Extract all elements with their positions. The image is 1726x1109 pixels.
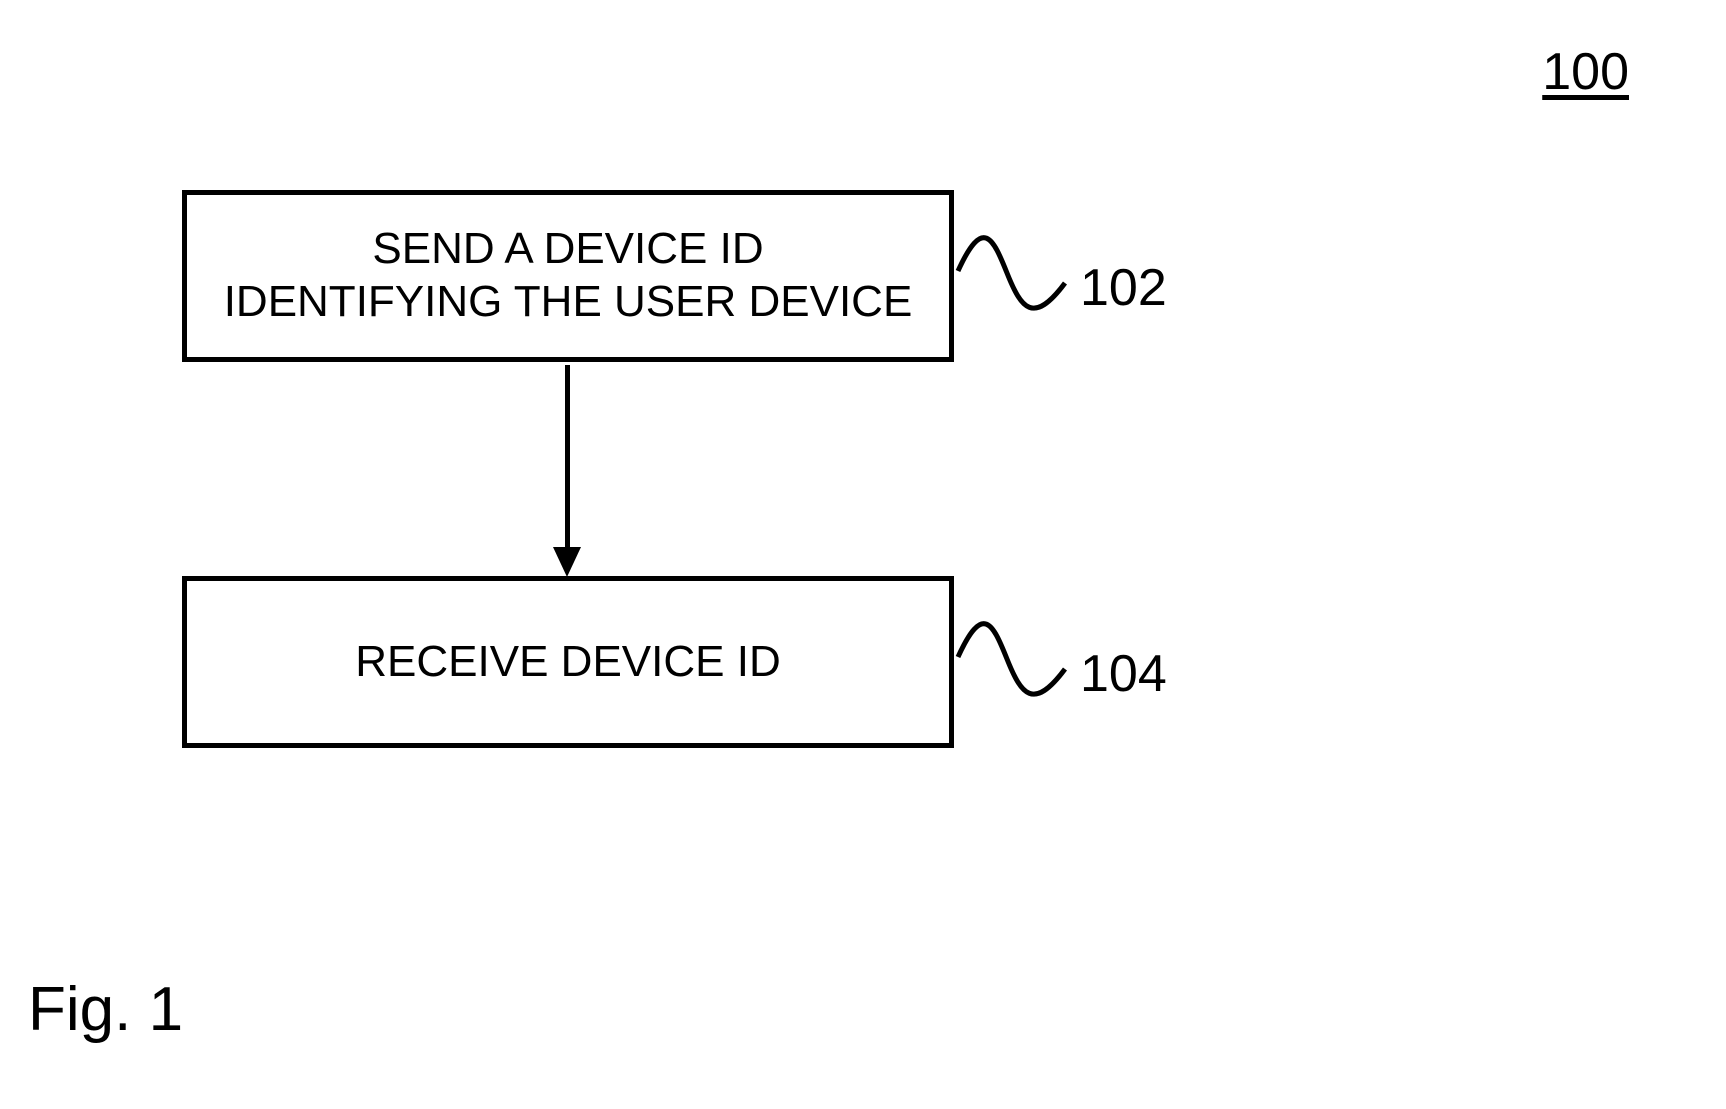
reference-connector xyxy=(955,614,1075,704)
reference-connector xyxy=(955,228,1075,318)
arrow-shaft xyxy=(565,365,570,552)
flow-arrow xyxy=(560,365,576,576)
flowchart-step-receive-device-id: RECEIVE DEVICE ID xyxy=(182,576,954,748)
figure-canvas: 100 SEND A DEVICE ID IDENTIFYING THE USE… xyxy=(0,0,1726,1109)
step-text: RECEIVE DEVICE ID xyxy=(355,636,780,689)
reference-number: 104 xyxy=(1080,644,1167,704)
arrow-head-icon xyxy=(553,547,581,577)
figure-caption: Fig. 1 xyxy=(28,974,183,1045)
reference-number: 102 xyxy=(1080,258,1167,318)
figure-number: 100 xyxy=(1542,42,1629,102)
flowchart-step-send-device-id: SEND A DEVICE ID IDENTIFYING THE USER DE… xyxy=(182,190,954,362)
step-text: SEND A DEVICE ID IDENTIFYING THE USER DE… xyxy=(224,223,913,329)
